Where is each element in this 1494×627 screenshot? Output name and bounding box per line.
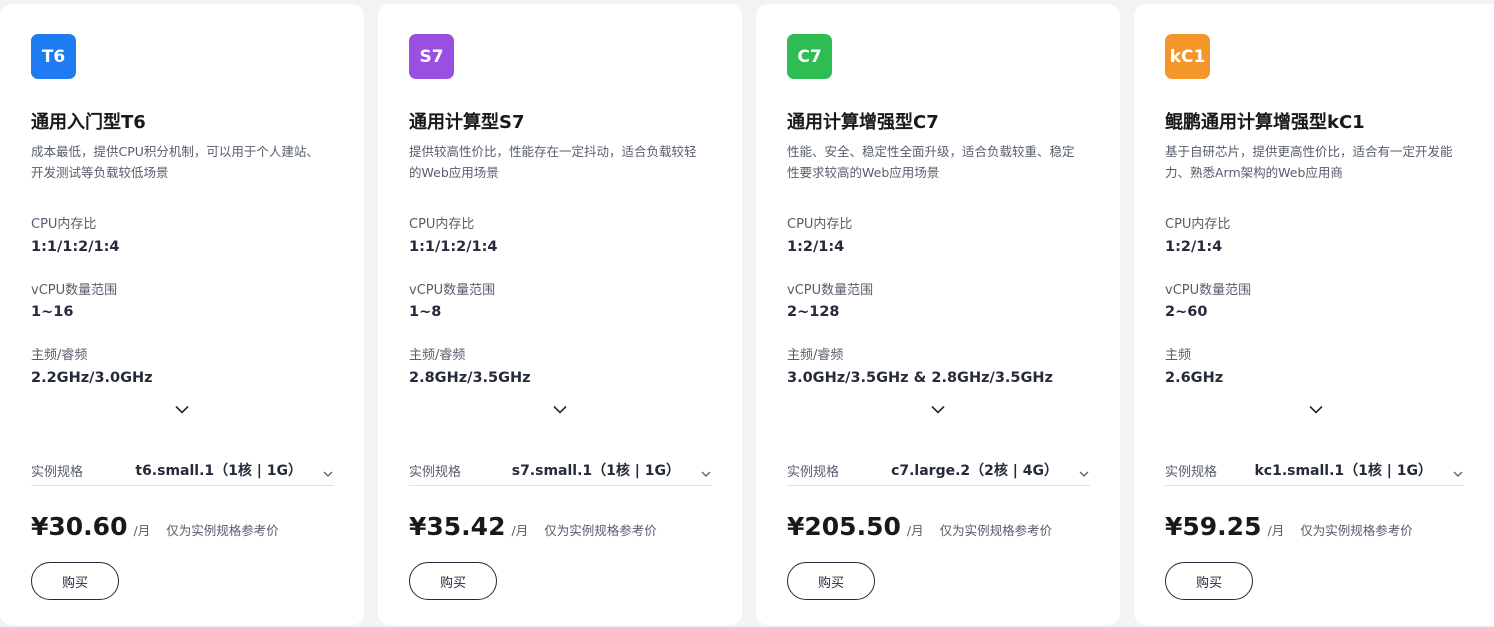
card-description: 成本最低，提供CPU积分机制，可以用于个人建站、 开发测试等负载较低场景 — [31, 141, 334, 183]
instance-spec-label: 实例规格 — [31, 465, 84, 480]
instance-badge-icon: C7 — [787, 34, 832, 79]
instance-spec-label: 实例规格 — [1165, 465, 1218, 480]
frequency-value: 3.0GHz/3.5GHz & 2.8GHz/3.5GHz — [787, 370, 1053, 386]
product-card-t6: T6 通用入门型T6 成本最低，提供CPU积分机制，可以用于个人建站、 开发测试… — [0, 4, 364, 625]
vcpu-range-value: 1~8 — [409, 304, 442, 320]
instance-badge-icon: kC1 — [1165, 34, 1210, 79]
buy-button[interactable]: 购买 — [409, 562, 497, 600]
instance-spec-select[interactable]: 实例规格 c7.large.2（2核 | 4G） — [787, 452, 1090, 486]
card-title: 通用计算增强型C7 — [787, 112, 939, 133]
instance-spec-label: 实例规格 — [787, 465, 840, 480]
buy-button[interactable]: 购买 — [787, 562, 875, 600]
product-card-s7: S7 通用计算型S7 提供较高性价比，性能存在一定抖动，适合负载较轻 的Web应… — [378, 4, 742, 625]
product-card-kc1: kC1 鲲鹏通用计算增强型kC1 基于自研芯片，提供更高性价比，适合有一定开发能… — [1134, 4, 1494, 625]
cpu-memory-ratio-value: 1:2/1:4 — [1165, 239, 1223, 255]
card-content: kC1 鲲鹏通用计算增强型kC1 基于自研芯片，提供更高性价比，适合有一定开发能… — [1165, 4, 1464, 625]
price-unit: /月 — [1267, 523, 1285, 538]
card-description: 性能、安全、稳定性全面升级，适合负载较重、稳定 性要求较高的Web应用场景 — [787, 141, 1090, 183]
instance-badge-icon: S7 — [409, 34, 454, 79]
price-row: ¥59.25/月 仅为实例规格参考价 — [1165, 512, 1464, 546]
price-note: 仅为实例规格参考价 — [166, 523, 279, 538]
card-title: 通用入门型T6 — [31, 112, 146, 133]
card-description: 提供较高性价比，性能存在一定抖动，适合负载较轻 的Web应用场景 — [409, 141, 712, 183]
frequency-label: 主频 — [1165, 348, 1192, 363]
card-content: C7 通用计算增强型C7 性能、安全、稳定性全面升级，适合负载较重、稳定 性要求… — [787, 4, 1090, 625]
price-row: ¥35.42/月 仅为实例规格参考价 — [409, 512, 712, 546]
instance-spec-value: t6.small.1（1核 | 1G） — [135, 463, 302, 479]
card-content: T6 通用入门型T6 成本最低，提供CPU积分机制，可以用于个人建站、 开发测试… — [31, 4, 334, 625]
expand-chevron-icon[interactable] — [552, 402, 568, 416]
price-value: ¥205.50 — [787, 512, 901, 541]
price-row: ¥205.50/月 仅为实例规格参考价 — [787, 512, 1090, 546]
frequency-label: 主频/睿频 — [787, 348, 844, 363]
instance-spec-value: kc1.small.1（1核 | 1G） — [1254, 463, 1432, 479]
description-line: 力、熟悉Arm架构的Web应用商 — [1165, 165, 1343, 180]
price-note: 仅为实例规格参考价 — [544, 523, 657, 538]
card-title: 鲲鹏通用计算增强型kC1 — [1165, 112, 1365, 133]
cpu-memory-ratio-value: 1:2/1:4 — [787, 239, 845, 255]
description-line: 的Web应用场景 — [409, 165, 499, 180]
vcpu-range-label: vCPU数量范围 — [1165, 283, 1252, 298]
vcpu-range-label: vCPU数量范围 — [31, 283, 118, 298]
card-content: S7 通用计算型S7 提供较高性价比，性能存在一定抖动，适合负载较轻 的Web应… — [409, 4, 712, 625]
cpu-memory-ratio-value: 1:1/1:2/1:4 — [31, 239, 120, 255]
chevron-down-icon — [700, 463, 712, 477]
description-line: 成本最低，提供CPU积分机制，可以用于个人建站、 — [31, 144, 319, 159]
vcpu-range-value: 2~128 — [787, 304, 840, 320]
instance-spec-value: s7.small.1（1核 | 1G） — [511, 463, 680, 479]
cpu-memory-ratio-label: CPU内存比 — [787, 217, 853, 232]
expand-chevron-icon[interactable] — [174, 402, 190, 416]
instance-spec-select[interactable]: 实例规格 s7.small.1（1核 | 1G） — [409, 452, 712, 486]
cpu-memory-ratio-label: CPU内存比 — [31, 217, 97, 232]
card-title: 通用计算型S7 — [409, 112, 525, 133]
card-description: 基于自研芯片，提供更高性价比，适合有一定开发能 力、熟悉Arm架构的Web应用商 — [1165, 141, 1464, 183]
chevron-down-icon — [1452, 463, 1464, 477]
frequency-value: 2.6GHz — [1165, 370, 1224, 386]
chevron-down-icon — [1078, 463, 1090, 477]
cpu-memory-ratio-label: CPU内存比 — [409, 217, 475, 232]
price-note: 仅为实例规格参考价 — [1300, 523, 1413, 538]
vcpu-range-label: vCPU数量范围 — [787, 283, 874, 298]
price-note: 仅为实例规格参考价 — [939, 523, 1053, 538]
price-value: ¥30.60 — [31, 512, 128, 541]
price-unit: /月 — [511, 523, 529, 538]
product-card-c7: C7 通用计算增强型C7 性能、安全、稳定性全面升级，适合负载较重、稳定 性要求… — [756, 4, 1120, 625]
cpu-memory-ratio-value: 1:1/1:2/1:4 — [409, 239, 498, 255]
product-card-list: T6 通用入门型T6 成本最低，提供CPU积分机制，可以用于个人建站、 开发测试… — [0, 0, 1494, 627]
description-line: 基于自研芯片，提供更高性价比，适合有一定开发能 — [1165, 144, 1453, 159]
frequency-value: 2.2GHz/3.0GHz — [31, 370, 153, 386]
instance-spec-value: c7.large.2（2核 | 4G） — [891, 463, 1058, 479]
description-line: 开发测试等负载较低场景 — [31, 165, 169, 180]
frequency-value: 2.8GHz/3.5GHz — [409, 370, 531, 386]
instance-spec-label: 实例规格 — [409, 465, 462, 480]
description-line: 性能、安全、稳定性全面升级，适合负载较重、稳定 — [787, 144, 1075, 159]
expand-chevron-icon[interactable] — [930, 402, 946, 416]
price-unit: /月 — [906, 523, 924, 538]
instance-spec-select[interactable]: 实例规格 t6.small.1（1核 | 1G） — [31, 452, 334, 486]
frequency-label: 主频/睿频 — [409, 348, 466, 363]
vcpu-range-value: 1~16 — [31, 304, 74, 320]
price-row: ¥30.60/月 仅为实例规格参考价 — [31, 512, 334, 546]
frequency-label: 主频/睿频 — [31, 348, 88, 363]
cpu-memory-ratio-label: CPU内存比 — [1165, 217, 1231, 232]
price-unit: /月 — [133, 523, 151, 538]
vcpu-range-value: 2~60 — [1165, 304, 1208, 320]
buy-button[interactable]: 购买 — [31, 562, 119, 600]
vcpu-range-label: vCPU数量范围 — [409, 283, 496, 298]
instance-spec-select[interactable]: 实例规格 kc1.small.1（1核 | 1G） — [1165, 452, 1464, 486]
expand-chevron-icon[interactable] — [1308, 402, 1324, 416]
instance-badge-icon: T6 — [31, 34, 76, 79]
price-value: ¥35.42 — [409, 512, 506, 541]
chevron-down-icon — [322, 463, 334, 477]
description-line: 提供较高性价比，性能存在一定抖动，适合负载较轻 — [409, 144, 697, 159]
price-value: ¥59.25 — [1165, 512, 1262, 541]
buy-button[interactable]: 购买 — [1165, 562, 1253, 600]
description-line: 性要求较高的Web应用场景 — [787, 165, 940, 180]
